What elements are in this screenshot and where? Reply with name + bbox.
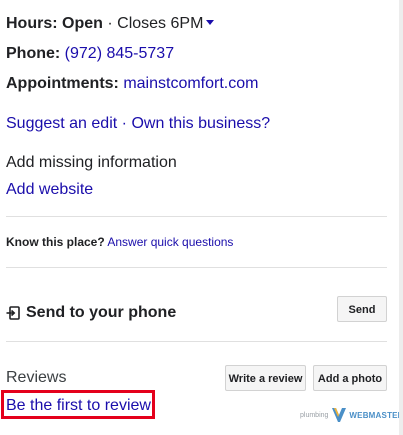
write-review-button[interactable]: Write a review	[225, 365, 306, 391]
answer-questions-link[interactable]: Answer quick questions	[107, 235, 233, 249]
edit-links-row: Suggest an edit · Own this business?	[6, 114, 270, 134]
send-to-phone-row: Send to your phone	[6, 303, 176, 323]
watermark: plumbing WEBMASTERS	[300, 404, 403, 426]
phone-row: Phone: (972) 845-5737	[6, 44, 174, 64]
hours-separator: ·	[107, 15, 113, 32]
own-business-link[interactable]: Own this business?	[131, 115, 270, 132]
reviews-title: Reviews	[6, 369, 67, 386]
watermark-small: plumbing	[300, 411, 329, 419]
hours-dropdown[interactable]: Closes 6PM	[117, 15, 215, 32]
send-to-phone-icon	[6, 306, 20, 320]
divider	[6, 341, 387, 342]
send-to-phone-title: Send to your phone	[26, 304, 177, 321]
hours-closes: Closes 6PM	[117, 15, 204, 32]
scrollbar[interactable]	[399, 0, 403, 435]
chevron-down-icon	[206, 20, 215, 25]
divider	[6, 216, 387, 217]
hours-row: Hours: Open · Closes 6PM	[6, 14, 215, 34]
missing-info-title: Add missing information	[6, 154, 177, 171]
hours-status: Open	[62, 15, 103, 32]
send-button[interactable]: Send	[337, 296, 387, 322]
add-website-link[interactable]: Add website	[6, 180, 93, 200]
suggest-edit-link[interactable]: Suggest an edit	[6, 115, 117, 132]
edit-links-separator: ·	[121, 115, 127, 132]
know-place-row: Know this place? Answer quick questions	[6, 235, 233, 249]
know-place-label: Know this place?	[6, 235, 105, 249]
appointments-link[interactable]: mainstcomfort.com	[123, 75, 258, 92]
divider	[6, 267, 387, 268]
phone-link[interactable]: (972) 845-5737	[65, 45, 174, 62]
watermark-big: WEBMASTERS	[349, 410, 403, 420]
watermark-logo-icon	[332, 408, 347, 422]
appointments-label: Appointments:	[6, 75, 119, 92]
add-photo-button[interactable]: Add a photo	[313, 365, 387, 391]
hours-label: Hours:	[6, 15, 58, 32]
phone-label: Phone:	[6, 45, 61, 62]
first-review-link[interactable]: Be the first to review	[6, 396, 151, 416]
appointments-row: Appointments: mainstcomfort.com	[6, 74, 258, 94]
